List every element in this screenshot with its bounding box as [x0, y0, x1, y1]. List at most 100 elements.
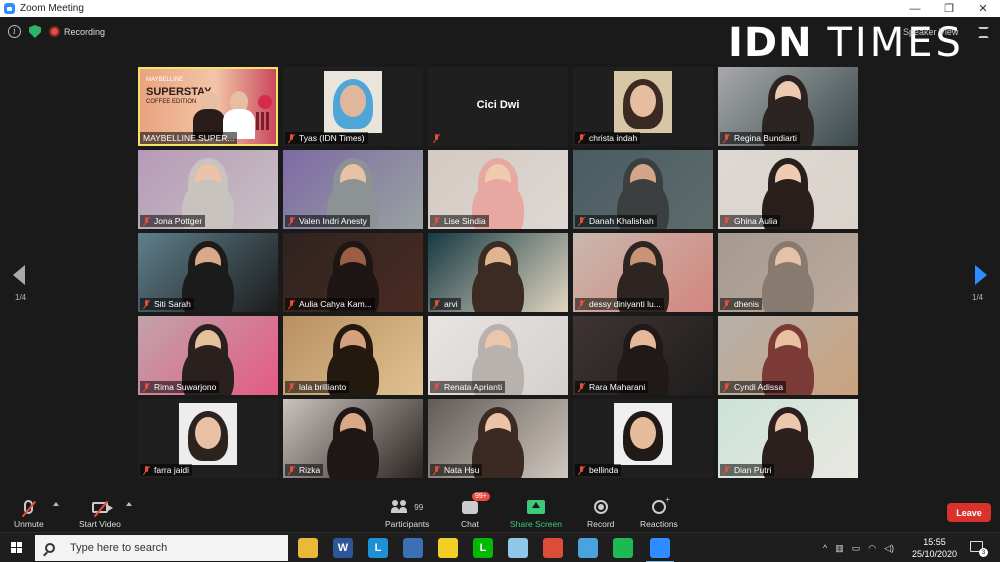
share-screen-icon — [526, 500, 545, 514]
file-explorer-icon[interactable] — [298, 538, 318, 558]
record-button[interactable]: Record — [587, 497, 614, 529]
share-screen-label: Share Screen — [510, 519, 562, 529]
participant-tile[interactable]: Siti Sarah — [138, 233, 278, 312]
participant-name-label: Aulia Cahya Kam... — [285, 298, 375, 310]
participant-tile[interactable]: Renata Aprianti — [428, 316, 568, 395]
store-icon[interactable] — [403, 538, 423, 558]
reactions-icon — [651, 495, 670, 514]
battery-icon[interactable]: ▭ — [852, 543, 861, 554]
participant-tile[interactable]: christa indah — [573, 67, 713, 146]
video-thumbnail — [179, 403, 237, 465]
meeting-info-icon[interactable]: i — [8, 25, 21, 38]
paint-icon[interactable] — [578, 538, 598, 558]
participant-name-label: Nata Hsu — [430, 464, 483, 476]
participant-name: Regina Bundiarti — [734, 133, 797, 143]
participant-name-label: Rizka — [285, 464, 324, 476]
share-screen-button[interactable]: Share Screen — [510, 497, 562, 529]
participant-tile[interactable]: dessy diniyanti lu... — [573, 233, 713, 312]
taskbar-search-box[interactable]: Type here to search — [35, 535, 288, 561]
video-thumbnail — [614, 71, 672, 133]
participant-tile[interactable]: Nata Hsu — [428, 399, 568, 478]
mic-muted-icon — [143, 299, 150, 309]
sticky-notes-icon[interactable] — [438, 538, 458, 558]
reactions-label: Reactions — [640, 519, 678, 529]
participant-name-label: farra jaidi — [140, 464, 192, 476]
zoom-icon[interactable] — [646, 538, 674, 562]
wifi-icon[interactable]: ◠ — [868, 543, 876, 554]
video-options-caret-icon[interactable] — [126, 502, 132, 506]
reactions-button[interactable]: Reactions — [640, 495, 678, 529]
participant-name: Aulia Cahya Kam... — [299, 299, 372, 309]
participant-name: Rara Maharani — [589, 382, 646, 392]
participant-tile[interactable]: Lise Sindia — [428, 150, 568, 229]
participant-name-label: Cyndi Adissa — [720, 381, 787, 393]
participant-tile[interactable]: lala brillianto — [283, 316, 423, 395]
chrome-icon[interactable] — [543, 538, 563, 558]
participant-tile[interactable]: Rima Suwarjono — [138, 316, 278, 395]
participant-name: Cyndi Adissa — [734, 382, 784, 392]
participant-name-label: Danah Khalishah — [575, 215, 657, 227]
video-off-icon — [91, 501, 113, 513]
line-icon[interactable]: L — [473, 538, 493, 558]
participant-tile[interactable]: bellinda — [573, 399, 713, 478]
chat-unread-badge: 99+ — [471, 492, 490, 501]
l-app-icon[interactable]: L — [368, 538, 388, 558]
start-video-button[interactable]: Start Video — [79, 497, 121, 529]
participants-label: Participants — [385, 519, 430, 529]
participant-tile[interactable]: Rizka — [283, 399, 423, 478]
participant-tile[interactable]: Cici Dwi — [428, 67, 568, 146]
windows-start-icon[interactable] — [11, 542, 23, 554]
participant-tile[interactable]: arvi — [428, 233, 568, 312]
participant-tile[interactable]: Danah Khalishah — [573, 150, 713, 229]
participant-tile[interactable]: Jona Pottger — [138, 150, 278, 229]
volume-icon[interactable]: ◁) — [884, 543, 894, 554]
speaker-view-button[interactable]: Speaker View — [903, 27, 958, 37]
participant-name: Rima Suwarjono — [154, 382, 217, 392]
leave-button[interactable]: Leave — [947, 503, 991, 522]
mic-muted-icon — [723, 299, 730, 309]
mic-muted-icon — [433, 465, 440, 475]
participant-tile[interactable]: MAYBELLINE SUPERSTAY COFFEE EDITION MAYB… — [138, 67, 278, 146]
participant-tile[interactable]: Rara Maharani — [573, 316, 713, 395]
participant-tile[interactable]: Valen Indri Anesty — [283, 150, 423, 229]
chat-button[interactable]: 99+ Chat — [461, 492, 490, 529]
close-icon[interactable]: ✕ — [966, 0, 1000, 17]
participant-tile[interactable]: Cyndi Adissa — [718, 316, 858, 395]
mic-muted-icon — [723, 382, 730, 392]
mic-muted-icon — [288, 465, 295, 475]
word-icon[interactable]: W — [333, 538, 353, 558]
fullscreen-icon[interactable] — [978, 27, 989, 38]
next-page-arrow-icon[interactable] — [975, 265, 987, 285]
participant-name-label: lala brillianto — [285, 381, 350, 393]
participant-tile[interactable]: dhenis — [718, 233, 858, 312]
meeting-area: i Recording IDN TIMES Speaker View 1/4 1… — [0, 17, 1000, 494]
participant-name: Ghina Aulia — [734, 216, 778, 226]
restore-icon[interactable]: ❐ — [932, 0, 966, 17]
system-tray: ^ ▥ ▭ ◠ ◁) — [823, 533, 894, 562]
taskbar-clock[interactable]: 15:55 25/10/2020 — [912, 536, 957, 560]
participant-tile[interactable]: Regina Bundiarti — [718, 67, 858, 146]
participant-name: dhenis — [734, 299, 760, 309]
product-sticker — [258, 95, 272, 109]
participant-name-label: Rara Maharani — [575, 381, 649, 393]
encryption-shield-icon[interactable] — [29, 25, 41, 38]
network-icon[interactable]: ▥ — [835, 543, 844, 554]
previous-page-arrow-icon[interactable] — [13, 265, 25, 285]
notepad-icon[interactable] — [508, 538, 528, 558]
tray-chevron-icon[interactable]: ^ — [823, 543, 827, 553]
minimize-icon[interactable]: — — [898, 0, 932, 17]
participants-button[interactable]: 99 Participants — [385, 497, 429, 529]
audio-options-caret-icon[interactable] — [53, 502, 59, 506]
participant-name: arvi — [444, 299, 458, 309]
participant-face — [340, 85, 366, 117]
participant-name-label — [430, 132, 447, 144]
participant-tile[interactable]: Dian Putri — [718, 399, 858, 478]
participant-tile[interactable]: Tyas (IDN Times) — [283, 67, 423, 146]
participant-name: Tyas (IDN Times) — [299, 133, 365, 143]
participant-tile[interactable]: farra jaidi — [138, 399, 278, 478]
spotify-icon[interactable] — [613, 538, 633, 558]
unmute-button[interactable]: Unmute — [14, 497, 44, 529]
participant-tile[interactable]: Aulia Cahya Kam... — [283, 233, 423, 312]
mic-muted-icon — [578, 299, 585, 309]
participant-tile[interactable]: Ghina Aulia — [718, 150, 858, 229]
